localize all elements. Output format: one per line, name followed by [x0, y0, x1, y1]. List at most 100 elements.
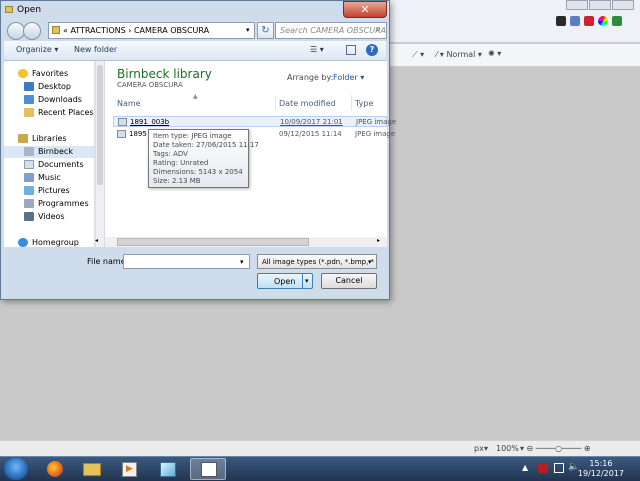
- media-taskbar-button[interactable]: ▶: [112, 458, 148, 480]
- nav-label: Music: [38, 173, 61, 182]
- app-taskbar-button[interactable]: [150, 458, 186, 480]
- downloads-icon: [24, 95, 34, 104]
- line-icon[interactable]: ⟋ ▾: [412, 50, 424, 60]
- file-type-value: All image types (*.pdn, *.bmp, *: [262, 258, 375, 266]
- search-icon: ⌕: [376, 25, 381, 34]
- image-file-icon: [117, 130, 126, 138]
- chevron-down-icon[interactable]: ▾: [240, 258, 244, 266]
- arrange-by-label: Arrange by:: [287, 73, 334, 82]
- tooltip-line: Item type: JPEG image: [153, 132, 232, 140]
- background-statusbar: px ▾ 100% ▾ ⊖ ────○──── ⊕: [0, 440, 640, 457]
- column-divider[interactable]: [275, 95, 276, 111]
- nav-scrollbar-thumb[interactable]: [97, 65, 103, 185]
- explorer-taskbar-button[interactable]: [74, 458, 110, 480]
- search-placeholder: Search CAMERA OBSCURA: [280, 26, 387, 35]
- nav-videos[interactable]: Videos: [24, 211, 65, 223]
- tool-icon[interactable]: [584, 16, 594, 26]
- new-folder-button[interactable]: New folder: [74, 45, 117, 54]
- library-icon: [24, 147, 34, 156]
- background-toolbar-icons[interactable]: [556, 14, 636, 28]
- taskbar: ▶ ▲ 🔈 15:16 19/12/2017: [0, 456, 640, 481]
- network-icon[interactable]: [554, 463, 564, 473]
- open-options-chevron-icon[interactable]: ▾: [305, 277, 309, 285]
- style-dropdown[interactable]: ⁄ ▾ Normal ▾: [436, 50, 482, 59]
- action-center-icon[interactable]: [538, 463, 548, 473]
- nav-label: Homegroup: [32, 238, 79, 247]
- paintnet-taskbar-button[interactable]: [190, 458, 226, 480]
- taskbar-clock[interactable]: 15:16 19/12/2017: [578, 459, 624, 479]
- dialog-title: Open: [17, 5, 42, 15]
- zoom-slider[interactable]: ▾ ⊖ ────○──── ⊕: [520, 444, 591, 453]
- file-type-select[interactable]: All image types (*.pdn, *.bmp, * ▾: [257, 254, 377, 269]
- nav-favorites[interactable]: Favorites: [18, 68, 68, 80]
- zoom-value: 100%: [496, 444, 519, 453]
- file-row[interactable]: 1891_003b 10/09/2017 21:01 JPEG image: [113, 116, 396, 127]
- horizontal-scrollbar[interactable]: ◂ ▸: [95, 237, 387, 247]
- background-window-controls[interactable]: [566, 0, 636, 10]
- tooltip-line: Size: 2.13 MB: [153, 177, 201, 185]
- tool-icon[interactable]: [570, 16, 580, 26]
- organize-button[interactable]: Organize ▾: [16, 45, 58, 54]
- close-button[interactable]: ✕: [343, 1, 387, 18]
- column-header-name[interactable]: Name: [117, 99, 141, 108]
- documents-icon: [24, 160, 34, 169]
- nav-label: Desktop: [38, 82, 71, 91]
- paintnet-icon: [201, 462, 217, 477]
- column-header-date[interactable]: Date modified: [279, 99, 336, 108]
- library-subtitle: CAMERA OBSCURA: [117, 81, 183, 89]
- nav-label: Videos: [38, 212, 65, 221]
- refresh-button[interactable]: ↻: [257, 22, 274, 39]
- nav-music[interactable]: Music: [24, 172, 61, 184]
- nav-downloads[interactable]: Downloads: [24, 94, 82, 106]
- nav-label: Documents: [38, 160, 84, 169]
- start-button[interactable]: [4, 458, 28, 480]
- nav-recent-places[interactable]: Recent Places: [24, 107, 94, 119]
- image-file-icon: [118, 118, 127, 126]
- help-icon[interactable]: ?: [366, 44, 378, 56]
- videos-icon: [24, 212, 34, 221]
- star-icon: [18, 69, 28, 78]
- open-dialog: Open ✕ « ATTRACTIONS › CAMERA OBSCURA ▾ …: [0, 0, 396, 300]
- nav-documents[interactable]: Documents: [24, 159, 84, 171]
- nav-label: Libraries: [32, 134, 67, 143]
- unit-label[interactable]: px: [474, 444, 484, 453]
- views-icon[interactable]: ☰ ▾: [310, 45, 324, 54]
- libraries-icon: [18, 134, 28, 143]
- open-button[interactable]: Open ▾: [257, 273, 313, 289]
- cancel-button[interactable]: Cancel: [321, 273, 377, 289]
- media-player-icon: ▶: [122, 462, 137, 477]
- nav-libraries[interactable]: Libraries: [18, 133, 67, 145]
- column-header-type[interactable]: Type: [355, 99, 373, 108]
- tray-expand-icon[interactable]: ▲: [522, 463, 528, 472]
- arrange-by-dropdown[interactable]: Folder ▾: [333, 73, 364, 82]
- firefox-taskbar-button[interactable]: [38, 458, 74, 480]
- chevron-down-icon[interactable]: ▾: [246, 26, 250, 34]
- column-divider[interactable]: [351, 95, 352, 111]
- forward-button[interactable]: [23, 22, 41, 40]
- nav-scrollbar[interactable]: [95, 61, 104, 247]
- nav-birnbeck[interactable]: Birnbeck: [4, 146, 94, 158]
- file-name-input[interactable]: ▾: [123, 254, 250, 269]
- color-wheel-icon[interactable]: [598, 16, 608, 26]
- search-input[interactable]: Search CAMERA OBSCURA ⌕: [275, 22, 387, 39]
- minimize-button[interactable]: [566, 0, 588, 10]
- file-type: JPEG image: [356, 118, 397, 126]
- zoom-dropdown-icon[interactable]: ▾: [484, 444, 488, 453]
- preview-pane-icon[interactable]: [346, 45, 356, 55]
- address-bar[interactable]: « ATTRACTIONS › CAMERA OBSCURA ▾: [48, 22, 255, 39]
- scroll-right-icon[interactable]: ▸: [377, 237, 380, 244]
- maximize-button[interactable]: [589, 0, 611, 10]
- tool-icon[interactable]: [556, 16, 566, 26]
- nav-pictures[interactable]: Pictures: [24, 185, 70, 197]
- tool-icon[interactable]: [612, 16, 622, 26]
- nav-desktop[interactable]: Desktop: [24, 81, 71, 93]
- nav-homegroup[interactable]: Homegroup: [18, 237, 79, 249]
- scroll-left-icon[interactable]: ◂: [95, 237, 98, 244]
- folder-icon: [5, 6, 13, 13]
- nav-programmes[interactable]: Programmes: [24, 198, 89, 210]
- horizontal-scrollbar-thumb[interactable]: [117, 238, 309, 246]
- file-type: JPEG image: [355, 130, 396, 138]
- gear-icon[interactable]: ✺ ▾: [488, 49, 501, 58]
- file-name: 1891_003b: [130, 118, 170, 126]
- window-close-button[interactable]: [612, 0, 634, 10]
